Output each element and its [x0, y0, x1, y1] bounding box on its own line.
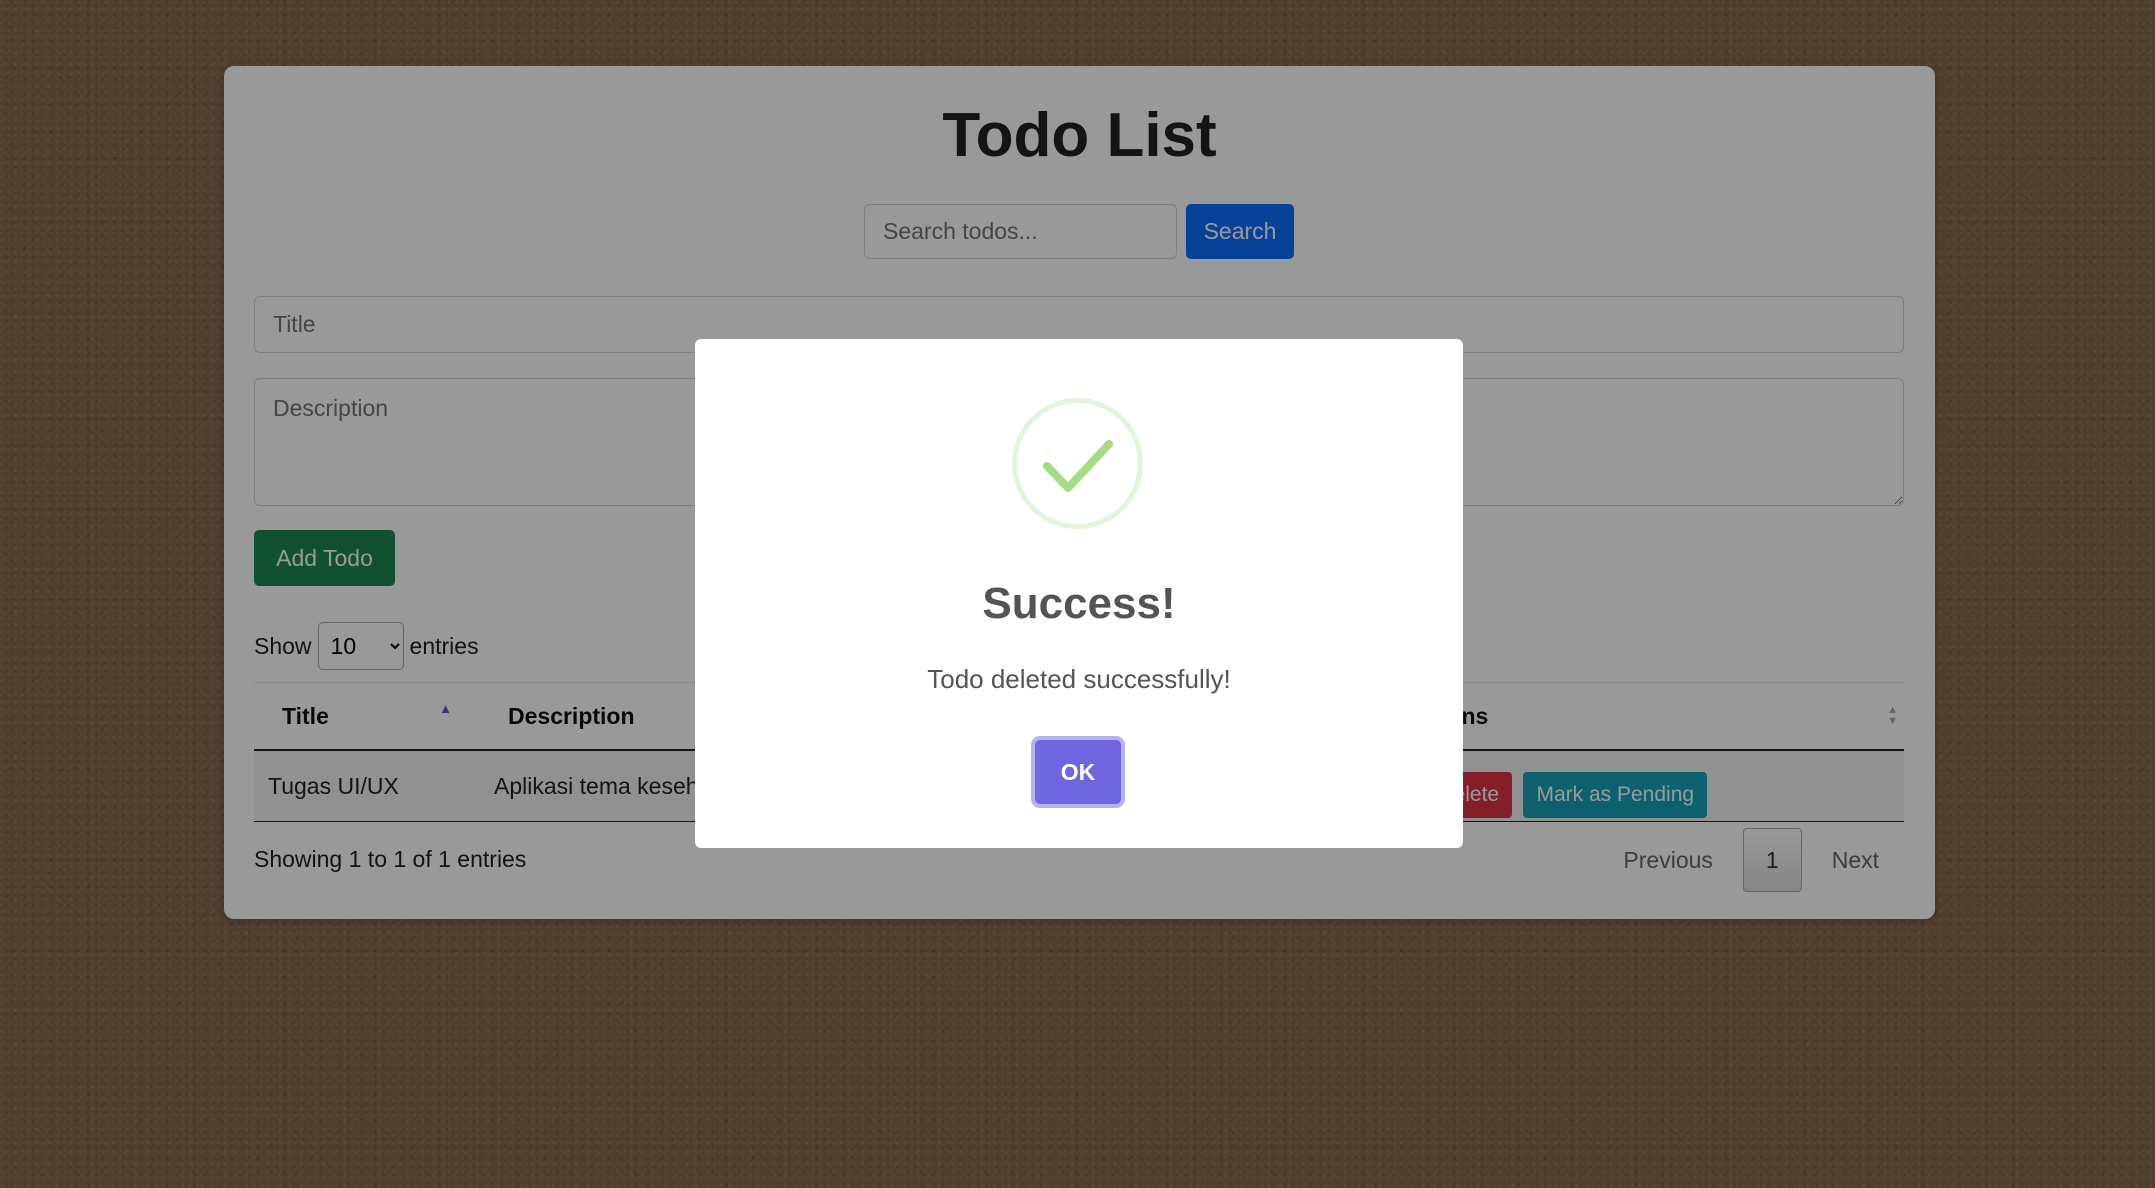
dialog-message: Todo deleted successfully! [927, 664, 1231, 694]
success-check-icon [1012, 398, 1143, 529]
dialog-title: Success! [982, 579, 1176, 628]
ok-button[interactable]: OK [1035, 740, 1121, 804]
success-dialog: Success! Todo deleted successfully! OK [695, 339, 1463, 848]
